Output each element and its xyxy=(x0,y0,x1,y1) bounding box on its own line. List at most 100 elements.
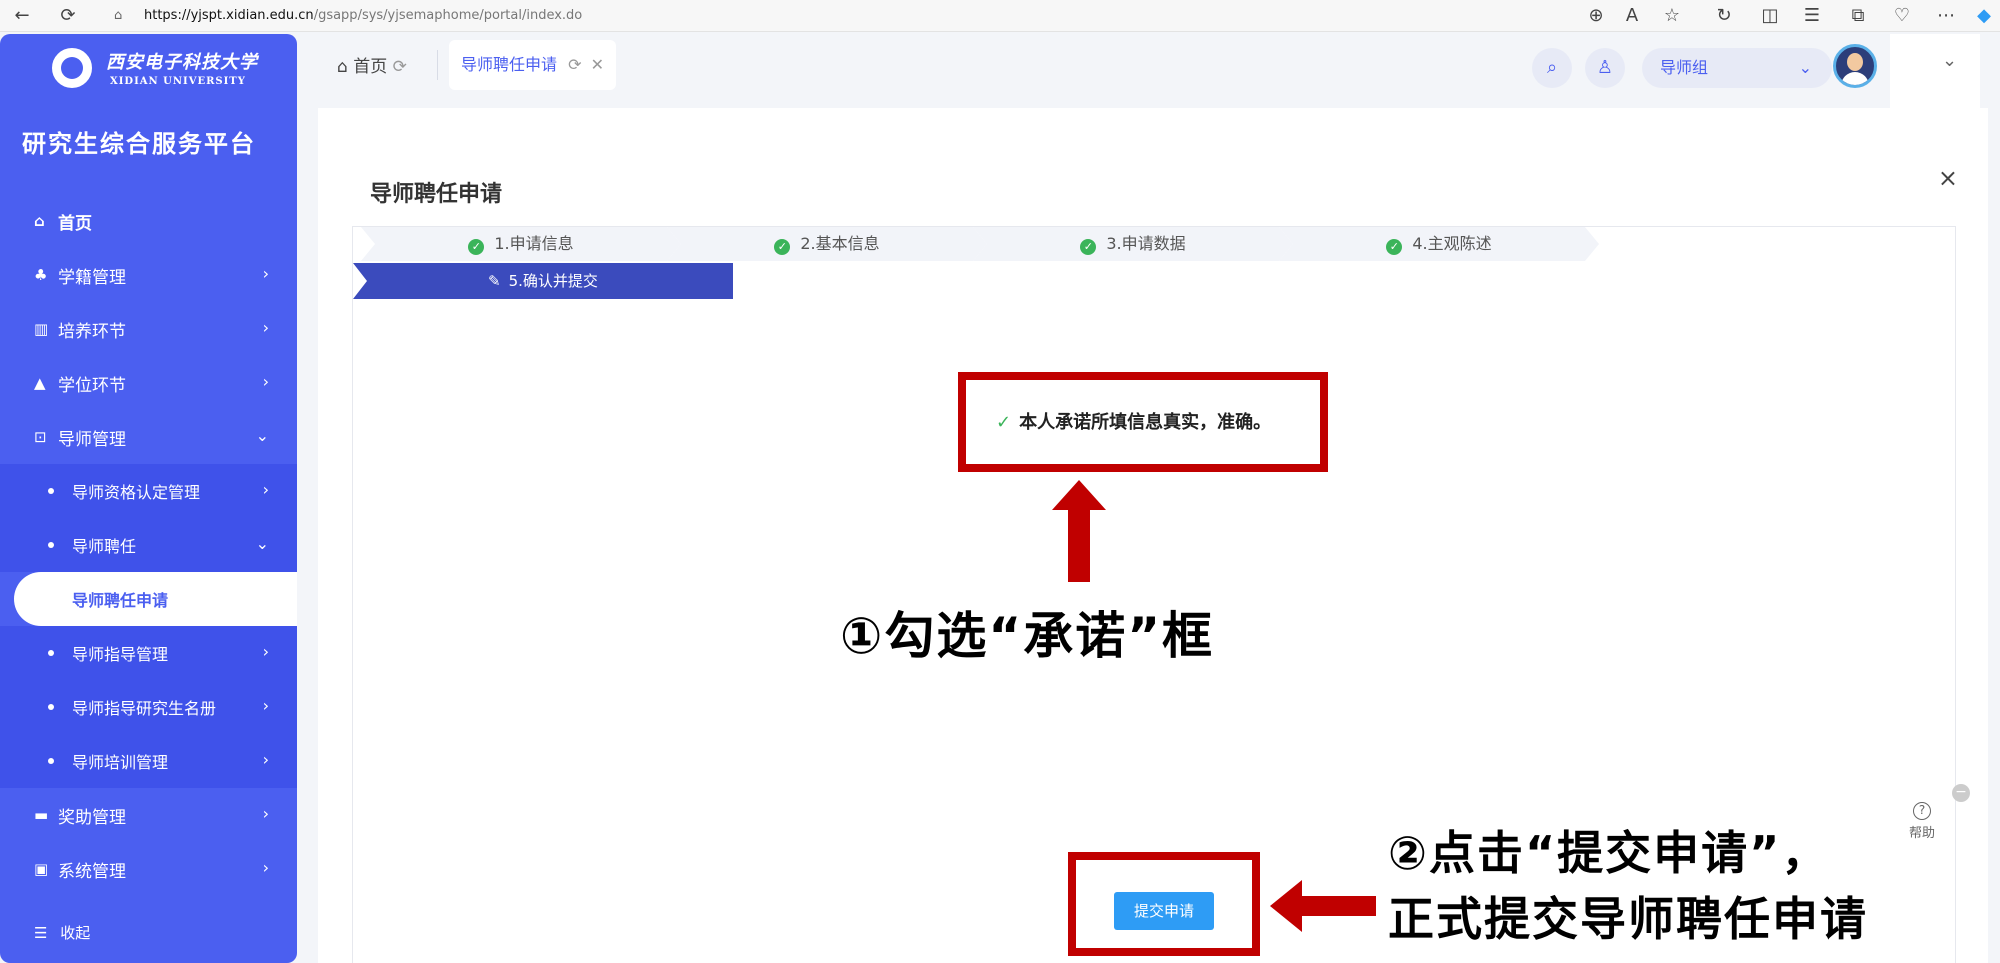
step-2[interactable]: ✓ 2.基本信息 xyxy=(667,227,987,261)
url-host: https://yjspt.xidian.edu.cn xyxy=(144,8,314,23)
chevron-right-icon: › xyxy=(262,804,269,823)
sidebar-subitem-qualification[interactable]: 导师资格认定管理 › xyxy=(0,464,297,518)
scan-user-icon: ⊡ xyxy=(34,428,47,446)
university-seal-icon xyxy=(52,48,92,88)
promise-highlight-box: ✓ 本人承诺所填信息真实，准确。 xyxy=(958,372,1328,472)
zoom-icon[interactable]: ⊕ xyxy=(1584,4,1608,28)
minimize-help-icon[interactable]: − xyxy=(1952,784,1970,802)
promise-text: 本人承诺所填信息真实，准确。 xyxy=(1019,412,1272,433)
annotation-step-2: ②点击“提交申请”， 正式提交导师聘任申请 xyxy=(1388,820,1868,952)
sidebar-item-awards[interactable]: ▬ 奖助管理 › xyxy=(0,788,297,842)
chevron-right-icon: › xyxy=(262,318,269,337)
search-button[interactable]: ⌕ xyxy=(1532,48,1572,88)
site-info-icon[interactable]: ⌂ xyxy=(114,3,122,29)
close-tab-icon[interactable]: ✕ xyxy=(591,55,604,74)
arrow-up-shaft xyxy=(1068,506,1090,582)
chevron-right-icon: › xyxy=(262,264,269,283)
sidebar-subitem-appointment-application[interactable]: 导师聘任申请 xyxy=(14,572,297,626)
home-icon: ⌂ xyxy=(337,57,348,77)
sidebar-subitem-appointment[interactable]: 导师聘任 ⌄ xyxy=(0,518,297,572)
sidebar-item-degree[interactable]: ▲ 学位环节 › xyxy=(0,356,297,410)
tab-home[interactable]: ⌂ 首页 ⟳ xyxy=(337,52,407,77)
promise-checkbox[interactable]: ✓ 本人承诺所填信息真实，准确。 xyxy=(996,408,1271,434)
check-circle-icon: ✓ xyxy=(1080,239,1096,255)
chevron-right-icon: › xyxy=(262,372,269,391)
chevron-down-icon: ⌄ xyxy=(255,426,269,445)
pencil-icon: ✎ xyxy=(488,272,501,290)
user-menu[interactable]: ⌄ xyxy=(1890,34,1980,114)
submit-application-button[interactable]: 提交申请 xyxy=(1114,892,1214,930)
sidebar-subitem-label: 导师资格认定管理 xyxy=(72,483,201,502)
collections-icon[interactable]: ⧉ xyxy=(1846,4,1870,28)
sidebar-item-supervisor[interactable]: ⊡ 导师管理 ⌄ xyxy=(0,410,297,464)
favorites-bar-icon[interactable]: ☰ xyxy=(1800,4,1824,28)
back-icon[interactable]: ← xyxy=(10,4,34,28)
sidebar-item-home[interactable]: ⌂ 首页 xyxy=(0,194,297,248)
sidebar-subitem-guidance[interactable]: 导师指导管理 › xyxy=(0,626,297,680)
step-1[interactable]: ✓ 1.申请信息 xyxy=(361,227,681,261)
extensions-icon[interactable]: ↻ xyxy=(1712,4,1736,28)
bullet-icon xyxy=(48,542,54,548)
arrow-left-icon xyxy=(1270,880,1302,932)
copilot-icon[interactable]: ◆ xyxy=(1972,4,1996,28)
sidebar-item-training[interactable]: ▥ 培养环节 › xyxy=(0,302,297,356)
step-5-active[interactable]: ✎ 5.确认并提交 xyxy=(353,263,733,299)
more-icon[interactable]: ⋯ xyxy=(1934,4,1958,28)
role-group-select[interactable]: 导师组 ⌄ xyxy=(1642,48,1832,88)
refresh-tab-icon[interactable]: ⟳ xyxy=(568,55,581,74)
submit-highlight-box: 提交申请 xyxy=(1068,852,1260,956)
split-screen-icon[interactable]: ◫ xyxy=(1758,4,1782,28)
logo-english-name: XIDIAN UNIVERSITY xyxy=(110,76,246,87)
tab-label: 导师聘任申请 xyxy=(461,55,558,74)
annotation-step-2-line2: 正式提交导师聘任申请 xyxy=(1388,892,1868,946)
step-label: 4.主观陈述 xyxy=(1412,234,1492,253)
browser-essentials-icon[interactable]: ♡ xyxy=(1890,4,1914,28)
sidebar-subitem-roster[interactable]: 导师指导研究生名册 › xyxy=(0,680,297,734)
step-4[interactable]: ✓ 4.主观陈述 xyxy=(1279,227,1599,261)
address-bar[interactable]: ⌂ https://yjspt.xidian.edu.cn/gsapp/sys/… xyxy=(100,3,1650,29)
annotation-step-2-line1: ②点击“提交申请”， xyxy=(1388,826,1830,880)
refresh-tab-icon[interactable]: ⟳ xyxy=(393,57,407,77)
step-label: 2.基本信息 xyxy=(800,234,880,253)
browser-toolbar: ← ⟳ ⌂ https://yjspt.xidian.edu.cn/gsapp/… xyxy=(0,0,2000,32)
check-circle-icon: ✓ xyxy=(468,239,484,255)
sidebar-menu: ⌂ 首页 ♣ 学籍管理 › ▥ 培养环节 › ▲ 学位环节 › ⊡ 导师管理 ⌄… xyxy=(0,194,297,896)
chevron-down-icon: ⌄ xyxy=(1942,50,1958,71)
sidebar-item-student-status[interactable]: ♣ 学籍管理 › xyxy=(0,248,297,302)
check-circle-icon: ✓ xyxy=(774,239,790,255)
favorite-icon[interactable]: ☆ xyxy=(1660,4,1684,28)
sidebar: 西安电子科技大学 XIDIAN UNIVERSITY 研究生综合服务平台 ⌂ 首… xyxy=(0,34,297,963)
url-path: /gsapp/sys/yjsemaphome/portal/index.do xyxy=(313,8,583,23)
search-icon: ⌕ xyxy=(1546,57,1558,78)
collapse-sidebar-button[interactable]: ☰ 收起 xyxy=(34,922,90,943)
top-header: ⌂ 首页 ⟳ 导师聘任申请 ⟳ ✕ ⌕ ♙ 导师组 ⌄ ⌄ xyxy=(297,34,2000,114)
tab-divider xyxy=(437,50,438,80)
sidebar-item-label: 奖助管理 xyxy=(58,807,126,828)
sidebar-item-label: 导师管理 xyxy=(58,429,126,450)
read-aloud-icon[interactable]: A xyxy=(1620,4,1644,28)
chevron-right-icon: › xyxy=(262,642,269,661)
chevron-right-icon: › xyxy=(262,480,269,499)
tab-appointment-application[interactable]: 导师聘任申请 ⟳ ✕ xyxy=(449,40,617,90)
help-button[interactable]: ? 帮助 xyxy=(1896,794,1948,850)
sidebar-item-label: 系统管理 xyxy=(58,861,126,882)
platform-title: 研究生综合服务平台 xyxy=(22,130,256,158)
step-label: 1.申请信息 xyxy=(494,234,574,253)
close-icon[interactable]: × xyxy=(1938,164,1958,192)
refresh-icon[interactable]: ⟳ xyxy=(56,4,80,28)
sidebar-subitem-training[interactable]: 导师培训管理 › xyxy=(0,734,297,788)
sidebar-item-label: 学位环节 xyxy=(58,375,126,396)
sidebar-subitem-label: 导师培训管理 xyxy=(72,753,169,772)
step-3[interactable]: ✓ 3.申请数据 xyxy=(973,227,1293,261)
bullet-icon xyxy=(48,650,54,656)
avatar[interactable] xyxy=(1833,44,1877,88)
chevron-right-icon: › xyxy=(262,750,269,769)
question-icon: ? xyxy=(1913,802,1931,820)
sidebar-item-system[interactable]: ▣ 系统管理 › xyxy=(0,842,297,896)
tab-label: 首页 xyxy=(353,57,388,77)
system-icon: ▣ xyxy=(34,860,49,878)
bullet-icon xyxy=(48,488,54,494)
wallet-icon: ▬ xyxy=(34,806,49,824)
theme-button[interactable]: ♙ xyxy=(1585,48,1625,88)
chevron-right-icon: › xyxy=(262,858,269,877)
